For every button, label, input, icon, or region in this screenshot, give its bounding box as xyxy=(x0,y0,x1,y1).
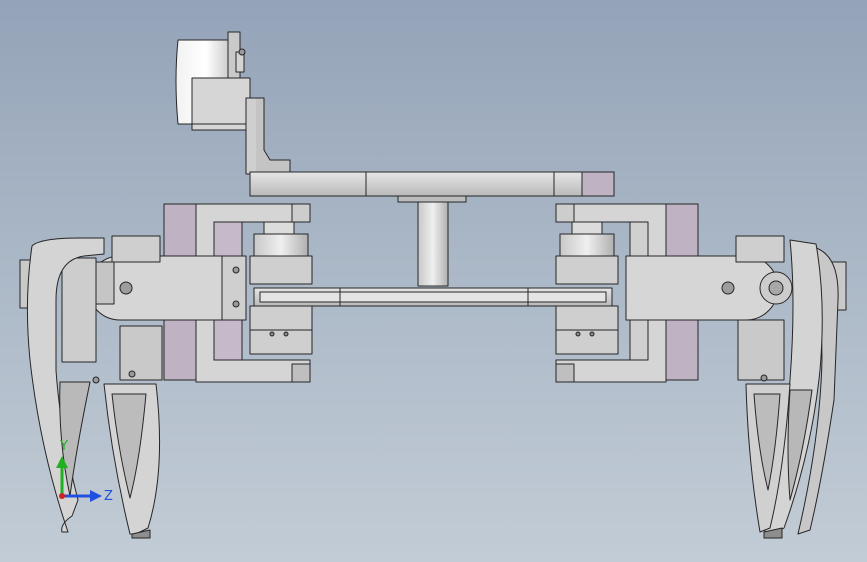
z-axis-label: Z xyxy=(104,489,113,504)
motor-bracket xyxy=(245,97,291,175)
graphics-viewport[interactable]: Y Z xyxy=(0,0,867,562)
y-axis-label: Y xyxy=(59,439,68,454)
right-arm-link[interactable] xyxy=(625,255,793,321)
x-axis-dot xyxy=(59,493,65,499)
top-plate[interactable] xyxy=(249,171,615,197)
horizontal-link-bar[interactable] xyxy=(253,287,613,307)
gripper-assembly-model[interactable]: Y Z xyxy=(0,0,867,562)
center-column xyxy=(397,195,467,287)
z-axis-arrow xyxy=(90,490,102,502)
top-motor[interactable] xyxy=(175,31,251,131)
